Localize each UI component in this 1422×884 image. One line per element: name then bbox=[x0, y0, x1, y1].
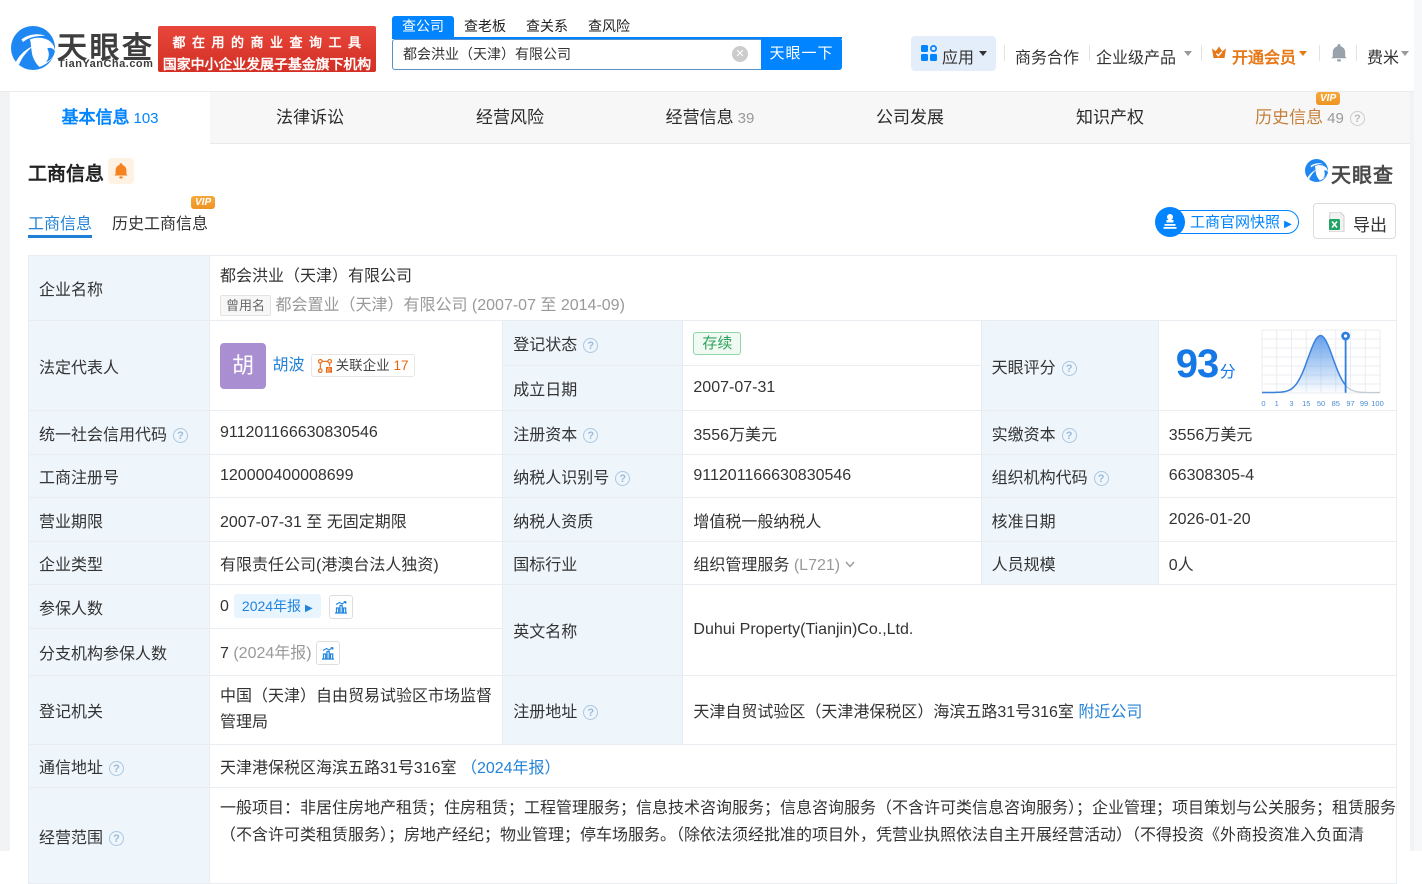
svg-text:99: 99 bbox=[1360, 399, 1368, 408]
svg-text:97: 97 bbox=[1346, 399, 1354, 408]
svg-text:50: 50 bbox=[1317, 399, 1325, 408]
svg-text:0: 0 bbox=[1261, 399, 1265, 408]
svg-text:100: 100 bbox=[1371, 399, 1384, 408]
svg-text:企: 企 bbox=[326, 366, 331, 373]
svg-text:15: 15 bbox=[1302, 399, 1310, 408]
svg-text:1: 1 bbox=[1274, 399, 1278, 408]
svg-text:85: 85 bbox=[1331, 399, 1339, 408]
svg-text:3: 3 bbox=[1289, 399, 1293, 408]
